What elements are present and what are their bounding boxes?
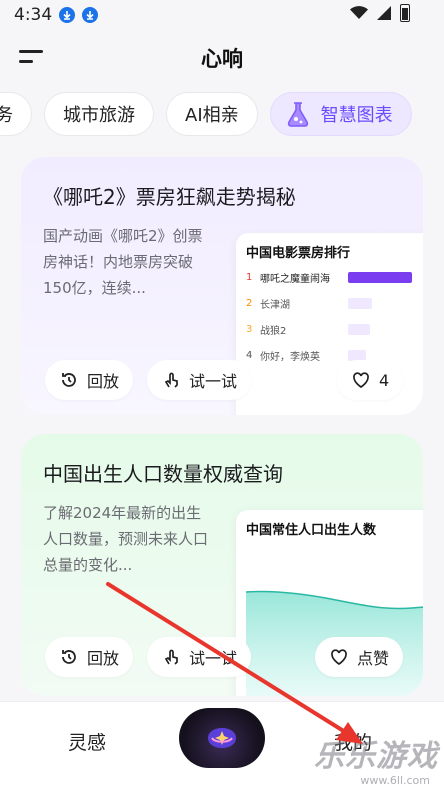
nav-inspiration[interactable]: 灵感 xyxy=(68,728,106,755)
rank-bar xyxy=(348,349,366,361)
touch-icon xyxy=(164,649,178,665)
rank-number: 4 xyxy=(246,349,253,361)
rank-name: 战狼2 xyxy=(260,325,287,337)
watermark: 乐乐游戏 xyxy=(314,739,438,774)
tab-label: AI相亲 xyxy=(185,105,239,126)
try-button[interactable]: 试一试 xyxy=(147,360,252,400)
like-label: 点赞 xyxy=(357,649,390,668)
try-label: 试一试 xyxy=(189,372,238,391)
tab-city-travel[interactable]: 城市旅游 xyxy=(44,92,154,136)
tab-ai-dating[interactable]: AI相亲 xyxy=(166,92,258,136)
chart-card[interactable]: 《哪吒2》票房狂飙走势揭秘 国产动画《哪吒2》创票房神话！内地票房突破150亿，… xyxy=(21,157,423,415)
rank-bar xyxy=(348,297,372,309)
rank-row: 2 长津湖 xyxy=(246,293,372,313)
rank-number: 2 xyxy=(246,297,253,309)
battery-icon xyxy=(400,4,410,22)
sparkle-logo-icon xyxy=(208,728,236,748)
wifi-icon xyxy=(350,6,368,19)
tab-partial[interactable]: 务 xyxy=(0,92,32,136)
rank-bar xyxy=(348,271,412,283)
rank-number: 3 xyxy=(246,323,253,335)
touch-icon xyxy=(164,372,178,388)
card-title: 中国出生人口数量权威查询 xyxy=(43,462,283,486)
status-bar: 4:34 xyxy=(0,0,444,30)
card-title: 《哪吒2》票房狂飙走势揭秘 xyxy=(43,185,296,209)
tab-label: 智慧图表 xyxy=(320,105,393,126)
replay-label: 回放 xyxy=(87,649,120,668)
heart-icon xyxy=(353,372,369,389)
signal-icon xyxy=(377,6,391,20)
tab-label: 务 xyxy=(0,105,13,126)
replay-icon xyxy=(62,373,76,387)
preview-title: 中国电影票房排行 xyxy=(246,246,351,261)
rank-name: 哪吒之魔童闹海 xyxy=(260,273,330,285)
rank-row: 3 战狼2 xyxy=(246,319,370,339)
rank-bar xyxy=(348,323,370,335)
like-button[interactable]: 点赞 xyxy=(315,637,404,677)
replay-button[interactable]: 回放 xyxy=(45,637,134,677)
rank-name: 你好，李焕英 xyxy=(260,351,320,363)
preview-title: 中国常住人口出生人数 xyxy=(246,523,377,538)
try-label: 试一试 xyxy=(189,649,238,668)
watermark-url: www.6ll.com xyxy=(360,774,430,787)
bottom-nav: 灵感 我的 乐乐游戏 www.6ll.com xyxy=(0,701,444,789)
app-title: 心响 xyxy=(201,47,243,71)
assistant-button[interactable] xyxy=(179,708,265,768)
chart-card[interactable]: 中国出生人口数量权威查询 了解2024年最新的出生人口数量，预测未来人口总量的变… xyxy=(21,434,423,696)
replay-label: 回放 xyxy=(87,372,120,391)
heart-icon xyxy=(331,649,347,666)
tab-smart-chart[interactable]: 智慧图表 xyxy=(269,92,412,136)
rank-row: 1 哪吒之魔童闹海 xyxy=(246,267,412,287)
card-description: 国产动画《哪吒2》创票房神话！内地票房突破150亿，连续... xyxy=(43,227,203,297)
download-icon xyxy=(82,7,99,23)
download-icon xyxy=(59,7,76,23)
app-bar: 心响 xyxy=(0,36,444,80)
like-button[interactable]: 4 xyxy=(337,360,404,400)
tab-label: 城市旅游 xyxy=(63,105,135,126)
flask-icon xyxy=(287,102,308,127)
rank-name: 长津湖 xyxy=(260,299,290,311)
status-time: 4:34 xyxy=(14,5,53,25)
like-count: 4 xyxy=(379,370,390,390)
category-tabs: 务 城市旅游 AI相亲 智慧图表 xyxy=(0,92,412,138)
replay-button[interactable]: 回放 xyxy=(45,360,134,400)
card-description: 了解2024年最新的出生人口数量，预测未来人口总量的变化... xyxy=(43,504,209,574)
rank-number: 1 xyxy=(246,271,253,283)
try-button[interactable]: 试一试 xyxy=(147,637,252,677)
replay-icon xyxy=(62,650,76,664)
